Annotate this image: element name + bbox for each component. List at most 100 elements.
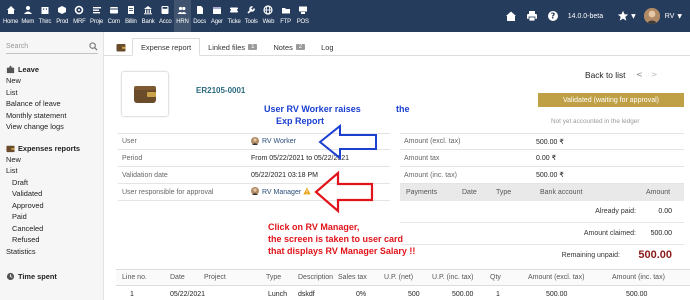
already-paid-row: Already paid: 0.00	[400, 201, 684, 223]
sidebar-item-leave-monthly-statement[interactable]: Monthly statement	[6, 110, 102, 122]
top-menu-item-hrn[interactable]: HRN	[173, 0, 192, 32]
top-menu-item-web[interactable]: Web	[260, 0, 277, 32]
sidebar-section-time-spent[interactable]: Time spent	[6, 271, 102, 282]
top-menu-item-mrf[interactable]: MRF	[71, 0, 88, 32]
top-menu-item-home[interactable]: Home	[2, 0, 19, 32]
top-menu-item-ftp[interactable]: FTP	[277, 0, 294, 32]
product-icon	[57, 5, 67, 15]
top-menu-label: Home	[2, 19, 19, 25]
top-menu-item-thirc[interactable]: Thirc	[36, 0, 53, 32]
payments-col-payments: Payments	[406, 189, 438, 196]
top-menu-item-mem[interactable]: Mem	[19, 0, 36, 32]
warning-icon	[301, 187, 311, 197]
payments-col-bank-account: Bank account	[540, 189, 583, 196]
top-menu-label: Prod	[56, 19, 69, 25]
sidebar-item-expense-new[interactable]: New	[6, 154, 102, 166]
sidebar-search[interactable]: Search	[6, 40, 98, 54]
tab-wallet-icon[interactable]	[116, 38, 132, 56]
amount-label: Amount (inc. tax)	[404, 171, 457, 179]
sidebar-item-statistics[interactable]: Statistics	[6, 246, 102, 258]
top-menu-item-pos[interactable]: POS	[294, 0, 311, 32]
tab-log[interactable]: Log	[313, 38, 341, 56]
top-menu-item-ager[interactable]: Ager	[208, 0, 225, 32]
web-icon	[263, 5, 274, 15]
home-shortcut-icon[interactable]	[505, 10, 517, 22]
sidebar-item-leave-list[interactable]: List	[6, 87, 102, 99]
top-menu-bar: Home Mem Thirc Prod MRF Proje Com Billin Bank Acc…	[0, 0, 690, 32]
chevron-down-icon[interactable]: ▼	[677, 13, 682, 20]
print-icon[interactable]	[526, 10, 538, 22]
sidebar-section-label: Expenses reports	[18, 143, 81, 153]
search-input[interactable]: Search	[6, 43, 89, 50]
sidebar-section-leave[interactable]: Leave	[6, 64, 102, 75]
table-cell: 500.00	[452, 291, 474, 298]
user-link[interactable]: RV Worker	[262, 138, 296, 145]
commerce-icon	[109, 5, 119, 15]
next-arrow-icon[interactable]: >	[651, 70, 666, 79]
top-menu-item-com[interactable]: Com	[105, 0, 122, 32]
top-menu-label: FTP	[280, 19, 291, 25]
top-menu-label: Tools	[244, 19, 258, 25]
top-menu-item-proje[interactable]: Proje	[88, 0, 105, 32]
tab-linked-files[interactable]: Linked files 1	[200, 38, 265, 56]
field-label: User	[122, 138, 137, 145]
sidebar-section-expenses[interactable]: Expenses reports	[6, 143, 102, 154]
sidebar-item-leave-balance-of-leave[interactable]: Balance of leave	[6, 98, 102, 110]
remaining-unpaid-row: Remaining unpaid: 500.00	[400, 245, 684, 265]
payments-col-amount: Amount	[646, 189, 671, 196]
sidebar-item-expense-list[interactable]: List	[6, 165, 102, 177]
sidebar-item-expense-paid[interactable]: Paid	[6, 211, 102, 223]
user-avatar[interactable]	[643, 8, 660, 24]
agenda-icon	[212, 5, 222, 15]
previous-arrow-icon[interactable]: <	[636, 70, 651, 79]
tools-icon	[246, 5, 256, 15]
amount-value: 500.00 ₹	[536, 138, 564, 146]
sidebar-item-expense-validated[interactable]: Validated	[6, 188, 102, 200]
remaining-unpaid-label: Remaining unpaid:	[561, 251, 620, 259]
tab-label: Linked files	[208, 42, 246, 52]
top-menu-item-prod[interactable]: Prod	[54, 0, 71, 32]
tab-expense-report[interactable]: Expense report	[132, 38, 201, 56]
top-menu-label: Proje	[90, 19, 104, 25]
user-name[interactable]: RV	[665, 13, 675, 20]
chevron-down-icon[interactable]: ▼	[631, 13, 636, 20]
amount-row: Amount (excl. tax) 500.00 ₹	[400, 133, 684, 150]
top-menu-item-docs[interactable]: Docs	[191, 0, 208, 32]
help-icon[interactable]: ?	[547, 10, 559, 22]
sidebar-item-expense-draft[interactable]: Draft	[6, 177, 102, 189]
top-menu-item-billin[interactable]: Billin	[122, 0, 139, 32]
annotation-red-line2: the screen is taken to user card	[268, 234, 404, 244]
table-cell: 500.00	[546, 291, 568, 298]
lines-col-line-no-: Line no.	[122, 274, 147, 281]
top-menu-label: POS	[296, 19, 309, 25]
tab-bar: Expense report Linked files 1 Notes 2 Log	[116, 38, 341, 56]
expense-report-ref: ER2105-0001	[196, 86, 246, 95]
top-menu-item-bank[interactable]: Bank	[140, 0, 157, 32]
wallet-icon	[6, 145, 15, 152]
main-content: Expense report Linked files 1 Notes 2 Log ER2…	[104, 32, 690, 300]
sidebar-item-leave-new[interactable]: New	[6, 75, 102, 87]
members-icon	[23, 5, 33, 15]
top-menu-item-acco[interactable]: Acco	[157, 0, 174, 32]
sidebar-item-expense-refused[interactable]: Refused	[6, 234, 102, 246]
top-menu-item-tools[interactable]: Tools	[243, 0, 260, 32]
payments-table: Payments Date Type Bank account Amount A…	[400, 184, 684, 265]
tab-notes[interactable]: Notes 2	[265, 38, 313, 56]
table-cell: Lunch	[268, 291, 288, 298]
top-menu-label: HRN	[176, 19, 189, 25]
user-link[interactable]: RV Manager	[262, 189, 301, 196]
search-icon[interactable]	[89, 42, 98, 51]
sidebar-item-expense-canceled[interactable]: Canceled	[6, 223, 102, 235]
top-menu-item-ticke[interactable]: Ticke	[225, 0, 242, 32]
bookmark-star-icon[interactable]	[617, 10, 629, 22]
back-to-list-link[interactable]: Back to list	[585, 70, 626, 80]
sidebar-item-leave-view-change-logs[interactable]: View change logs	[6, 121, 102, 133]
sidebar-item-expense-approved[interactable]: Approved	[6, 200, 102, 212]
billing-icon	[126, 5, 136, 15]
pos-icon	[298, 5, 308, 15]
amount-table: Amount (excl. tax) 500.00 ₹ Amount tax 0.00…	[400, 133, 684, 184]
table-cell: 05/22/2021	[170, 291, 206, 298]
record-navigation[interactable]: <>	[636, 70, 665, 79]
wallet-icon	[134, 86, 156, 103]
table-cell: 500.00	[626, 291, 648, 298]
